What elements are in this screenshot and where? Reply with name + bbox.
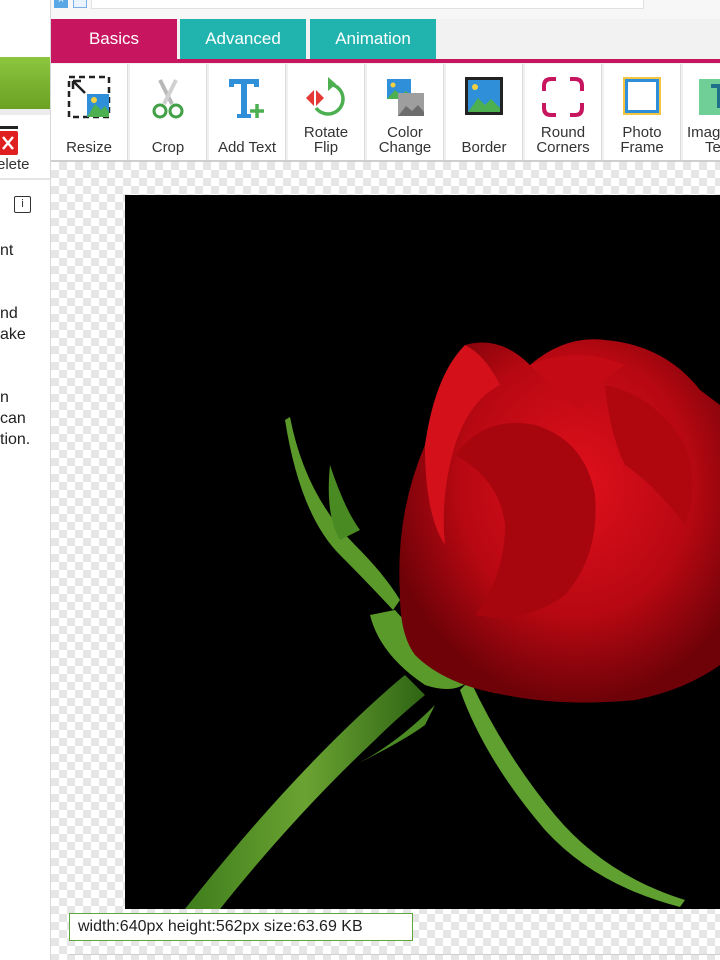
info-icon[interactable]: i [14,196,31,213]
tool-label: Photo [622,124,662,141]
tab-basics[interactable]: Basics [51,19,177,59]
left-side-panel: elete i nt nd ake n can tion. [0,0,51,960]
tool-label: Corners [536,139,590,156]
canvas-area: width:640px height:562px size:63.69 KB [51,162,720,960]
tool-toolbar: Resize Crop Add Text Rotate Flip Color C… [51,63,720,162]
help-line [0,282,30,303]
tool-label: Rotate [303,124,349,141]
panel-separator [0,178,50,180]
tool-label: Color [387,124,423,141]
help-line [0,345,30,366]
help-line [0,261,30,282]
help-line: nt [0,242,14,259]
help-line: can [0,410,26,427]
tool-photo-frame[interactable]: Photo Frame [604,64,681,160]
tool-label: Resize [66,139,112,156]
tool-resize[interactable]: Resize [51,64,128,160]
rose-image [125,195,720,909]
image-size-info: width:640px height:562px size:63.69 KB [69,913,413,941]
tool-label: Round [540,124,586,141]
color-change-icon [387,79,424,116]
tab-advanced[interactable]: Advanced [180,19,306,59]
tool-label: Imag [687,124,720,141]
tool-label: Change [378,139,432,156]
help-line: nd [0,305,18,322]
rotate-flip-icon [306,77,345,116]
help-line: n [0,389,9,406]
help-text: nt nd ake n can tion. [0,240,30,450]
tool-add-text[interactable]: Add Text [209,64,286,160]
delete-icon[interactable] [0,126,20,156]
top-address-strip: × [51,0,720,19]
tool-border[interactable]: Border [446,64,523,160]
border-icon [465,77,503,115]
url-field[interactable] [91,0,644,9]
help-line: tion. [0,431,31,448]
close-icon[interactable]: × [54,0,68,8]
tab-bar: Basics Advanced Animation [51,19,720,59]
tool-label: Frame [620,139,664,156]
delete-label[interactable]: elete [0,156,30,173]
tool-label: Crop [151,139,185,156]
canvas-bottom-line [69,954,720,955]
tool-label: Te [705,139,720,156]
image-text-icon [699,79,720,115]
edited-photo[interactable] [125,195,720,909]
panel-divider [0,109,50,115]
help-line: ake [0,326,26,343]
scissors-icon [152,79,184,119]
tool-image-text[interactable]: Imag Te [683,64,720,160]
round-corners-icon [542,77,584,117]
tool-rotate-flip[interactable]: Rotate Flip [288,64,365,160]
tool-round-corners[interactable]: Round Corners [525,64,602,160]
help-line [0,366,30,387]
tool-color-change[interactable]: Color Change [367,64,444,160]
photo-frame-icon [623,77,661,115]
add-text-icon [229,79,264,118]
resize-icon [67,75,111,119]
page-icon [73,0,87,8]
tool-label: Border [461,139,507,156]
tool-crop[interactable]: Crop [130,64,207,160]
green-action-button[interactable] [0,57,50,109]
tool-label: Flip [313,139,339,156]
tab-animation[interactable]: Animation [310,19,436,59]
tool-label: Add Text [217,139,277,156]
